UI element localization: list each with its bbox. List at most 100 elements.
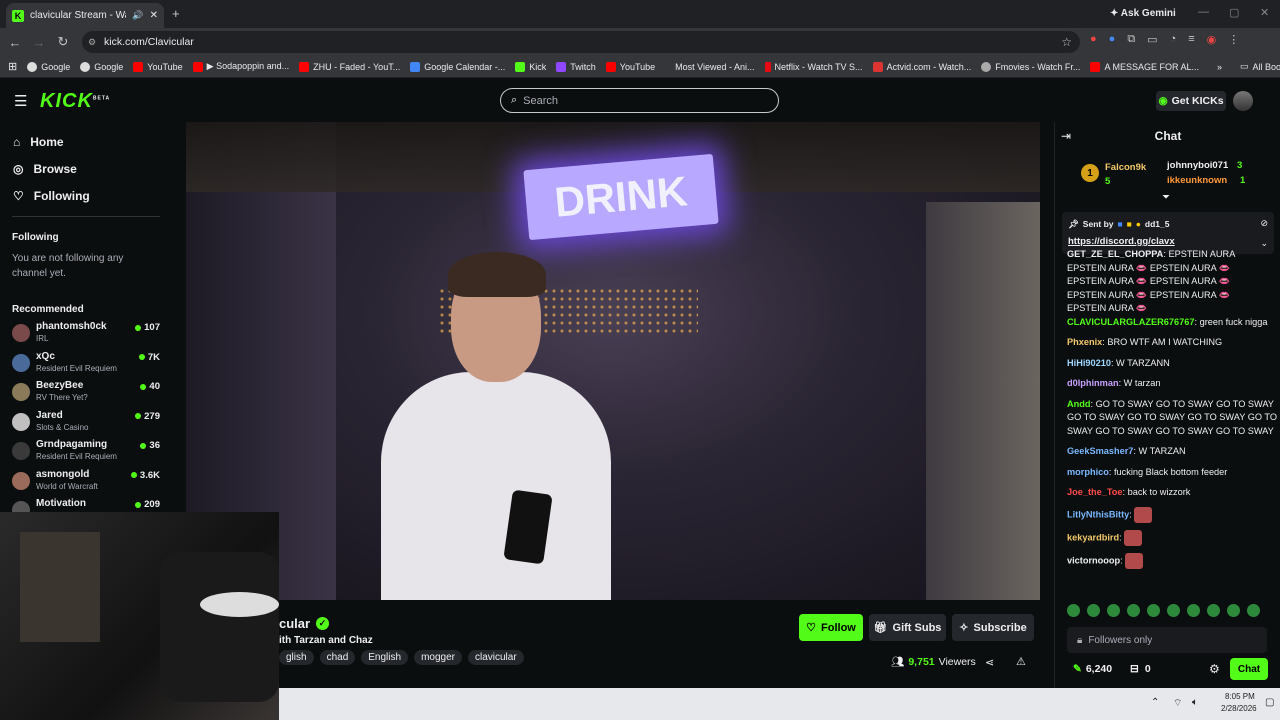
chat-username[interactable]: d0lphinman <box>1067 378 1119 388</box>
chat-username[interactable]: GeekSmasher7 <box>1067 446 1133 456</box>
share-icon[interactable]: ⋖ <box>985 656 994 669</box>
clock-date[interactable]: 2/28/2026 <box>1221 704 1257 713</box>
network-icon[interactable]: ⌔ <box>1173 697 1182 710</box>
recommended-channel[interactable]: BeezyBee RV There Yet? 40 <box>12 379 160 408</box>
unpin-icon[interactable]: ⊘ <box>1260 218 1268 229</box>
chat-username[interactable]: Joe_the_Toe <box>1067 487 1122 497</box>
bookmark-item[interactable]: YouTube <box>605 61 655 72</box>
chat-send-button[interactable]: Chat <box>1230 658 1268 680</box>
emote-icon[interactable] <box>1187 604 1200 617</box>
chat-username[interactable]: Phxenix <box>1067 337 1102 347</box>
emote-icon[interactable] <box>1127 604 1140 617</box>
forward-icon[interactable]: → <box>27 35 51 50</box>
channel-name[interactable]: cular ✓ <box>279 616 330 631</box>
expand-leaderboard-icon[interactable]: ⏷ <box>1162 192 1170 203</box>
video-player[interactable]: DRINK <box>186 122 1040 600</box>
bookmark-item[interactable]: Actvid.com - Watch... <box>872 61 971 72</box>
bookmark-star-icon[interactable]: ☆ <box>1061 35 1072 49</box>
emote-icon[interactable] <box>1107 604 1120 617</box>
bookmark-item[interactable]: Google <box>27 61 70 72</box>
chat-username[interactable]: kekyardbird <box>1067 532 1119 542</box>
bookmark-item[interactable]: Twitch <box>556 61 596 72</box>
kicks-balance[interactable]: ✎ 6,240 <box>1073 663 1112 675</box>
user-avatar[interactable] <box>1233 91 1253 111</box>
search-input[interactable]: ⌕ Search <box>500 88 779 113</box>
address-bar[interactable]: ⚙ kick.com/Clavicular ☆ <box>82 31 1080 53</box>
leaderboard-third-name[interactable]: ikkeunknown <box>1167 175 1227 186</box>
new-tab-icon[interactable]: + <box>172 6 180 21</box>
chat-username[interactable]: GET_ZE_EL_CHOPPA <box>1067 249 1163 259</box>
chat-username[interactable]: HiHi90210 <box>1067 358 1111 368</box>
get-kicks-button[interactable]: ◉ Get KICKs <box>1156 91 1226 111</box>
apps-grid-icon[interactable]: ⊞ <box>8 60 17 73</box>
emote-icon[interactable] <box>1147 604 1160 617</box>
site-info-icon[interactable]: ⚙ <box>88 37 96 48</box>
extension-red-icon[interactable]: ● <box>1090 33 1097 46</box>
tab-close-icon[interactable]: ✕ <box>150 10 158 21</box>
bookmark-item[interactable]: Kick <box>515 61 546 72</box>
recommended-channel[interactable]: xQc Resident Evil Requiem 7K <box>12 350 160 379</box>
bookmark-item[interactable]: Google Calendar -... <box>410 61 505 72</box>
bookmark-item[interactable]: Google <box>80 61 123 72</box>
notification-icon[interactable]: ▢ <box>1265 697 1274 708</box>
bookmark-item[interactable]: Most Viewed - Ani... <box>675 62 754 72</box>
speaker-icon[interactable]: 🔊 <box>132 10 143 21</box>
chat-username[interactable]: morphico <box>1067 467 1109 477</box>
stream-tag[interactable]: clavicular <box>467 650 524 665</box>
chat-settings-icon[interactable]: ⚙ <box>1209 662 1220 676</box>
chat-username[interactable]: Andd <box>1067 399 1090 409</box>
stream-tag[interactable]: glish <box>279 650 314 665</box>
emote-icon[interactable] <box>1067 604 1080 617</box>
bookmark-item[interactable]: Netflix - Watch TV S... <box>764 61 863 72</box>
recommended-channel[interactable]: Grndpagaming Resident Evil Requiem 36 <box>12 438 160 467</box>
browser-tab[interactable]: K clavicular Stream - Watch Li 🔊 ✕ <box>6 3 164 28</box>
bookmark-item[interactable]: A MESSAGE FOR AL... <box>1090 61 1199 72</box>
chrome-account-icon[interactable]: ◉ <box>1207 33 1217 46</box>
stream-tag[interactable]: mogger <box>414 650 462 665</box>
minimize-icon[interactable]: — <box>1198 6 1209 18</box>
follow-button[interactable]: ♡ Follow <box>799 614 863 641</box>
media-icon[interactable]: ▭ <box>1147 33 1157 46</box>
bookmark-item[interactable]: ZHU - Faded - YouT... <box>299 61 400 72</box>
subscribe-button[interactable]: ✧ Subscribe <box>952 614 1034 641</box>
sidebar-item-browse[interactable]: ◎ Browse <box>0 155 172 182</box>
hamburger-menu-icon[interactable]: ☰ <box>14 92 27 110</box>
emote-icon[interactable] <box>1207 604 1220 617</box>
stream-tag[interactable]: English <box>361 650 409 665</box>
sidebar-item-home[interactable]: ⌂ Home <box>0 128 172 155</box>
emote-icon[interactable] <box>1087 604 1100 617</box>
pinned-link[interactable]: https://discord.gg/clavx <box>1068 236 1175 247</box>
bookmark-item[interactable]: ▶ Sodapoppin and... <box>192 61 289 72</box>
downloads-icon[interactable]: ≡ <box>1188 33 1194 46</box>
back-icon[interactable]: ← <box>3 35 27 50</box>
ask-gemini-button[interactable]: ✦ Ask Gemini <box>1110 8 1176 19</box>
reload-icon[interactable]: ↻ <box>51 34 75 50</box>
maximize-icon[interactable]: ▢ <box>1229 6 1239 19</box>
kebab-menu-icon[interactable]: ⋮ <box>1228 33 1239 46</box>
emote-icon[interactable] <box>1247 604 1260 617</box>
kick-logo[interactable]: KICKBETA <box>40 90 110 113</box>
chat-username[interactable]: CLAVICULARGLAZER676767 <box>1067 317 1194 327</box>
close-window-icon[interactable]: ✕ <box>1260 6 1269 19</box>
profile-icon[interactable]: ◔ <box>1170 33 1177 46</box>
puzzle-icon[interactable]: ⧉ <box>1127 33 1135 46</box>
bookmark-item[interactable]: Fmovies - Watch Fr... <box>981 61 1080 72</box>
volume-icon[interactable]: 🔈︎ <box>1192 697 1198 708</box>
emote-icon[interactable] <box>1167 604 1180 617</box>
report-icon[interactable]: ⚠ <box>1016 655 1026 668</box>
chat-input[interactable]: 🔒︎ Followers only <box>1067 627 1267 653</box>
chat-username[interactable]: LitlyNthisBitty <box>1067 509 1129 519</box>
all-bookmarks-button[interactable]: ▭All Bookmarks <box>1240 61 1280 72</box>
extension-blue-icon[interactable]: ● <box>1109 33 1116 46</box>
recommended-channel[interactable]: phantomsh0ck IRL 107 <box>12 320 160 349</box>
gift-subs-button[interactable]: 🎁︎ Gift Subs <box>869 614 946 641</box>
emote-icon[interactable] <box>1227 604 1240 617</box>
recommended-channel[interactable]: Jared Slots & Casino 279 <box>12 409 160 438</box>
tray-chevron-icon[interactable]: ⌃ <box>1151 697 1159 708</box>
sidebar-item-following[interactable]: ♡ Following <box>0 182 172 209</box>
stream-tag[interactable]: chad <box>319 650 356 665</box>
gift-count[interactable]: ⊟ 0 <box>1130 663 1151 675</box>
more-bookmarks-icon[interactable]: » <box>1217 62 1222 72</box>
clock-time[interactable]: 8:05 PM <box>1225 692 1255 701</box>
chat-username[interactable]: victornooop <box>1067 555 1120 565</box>
